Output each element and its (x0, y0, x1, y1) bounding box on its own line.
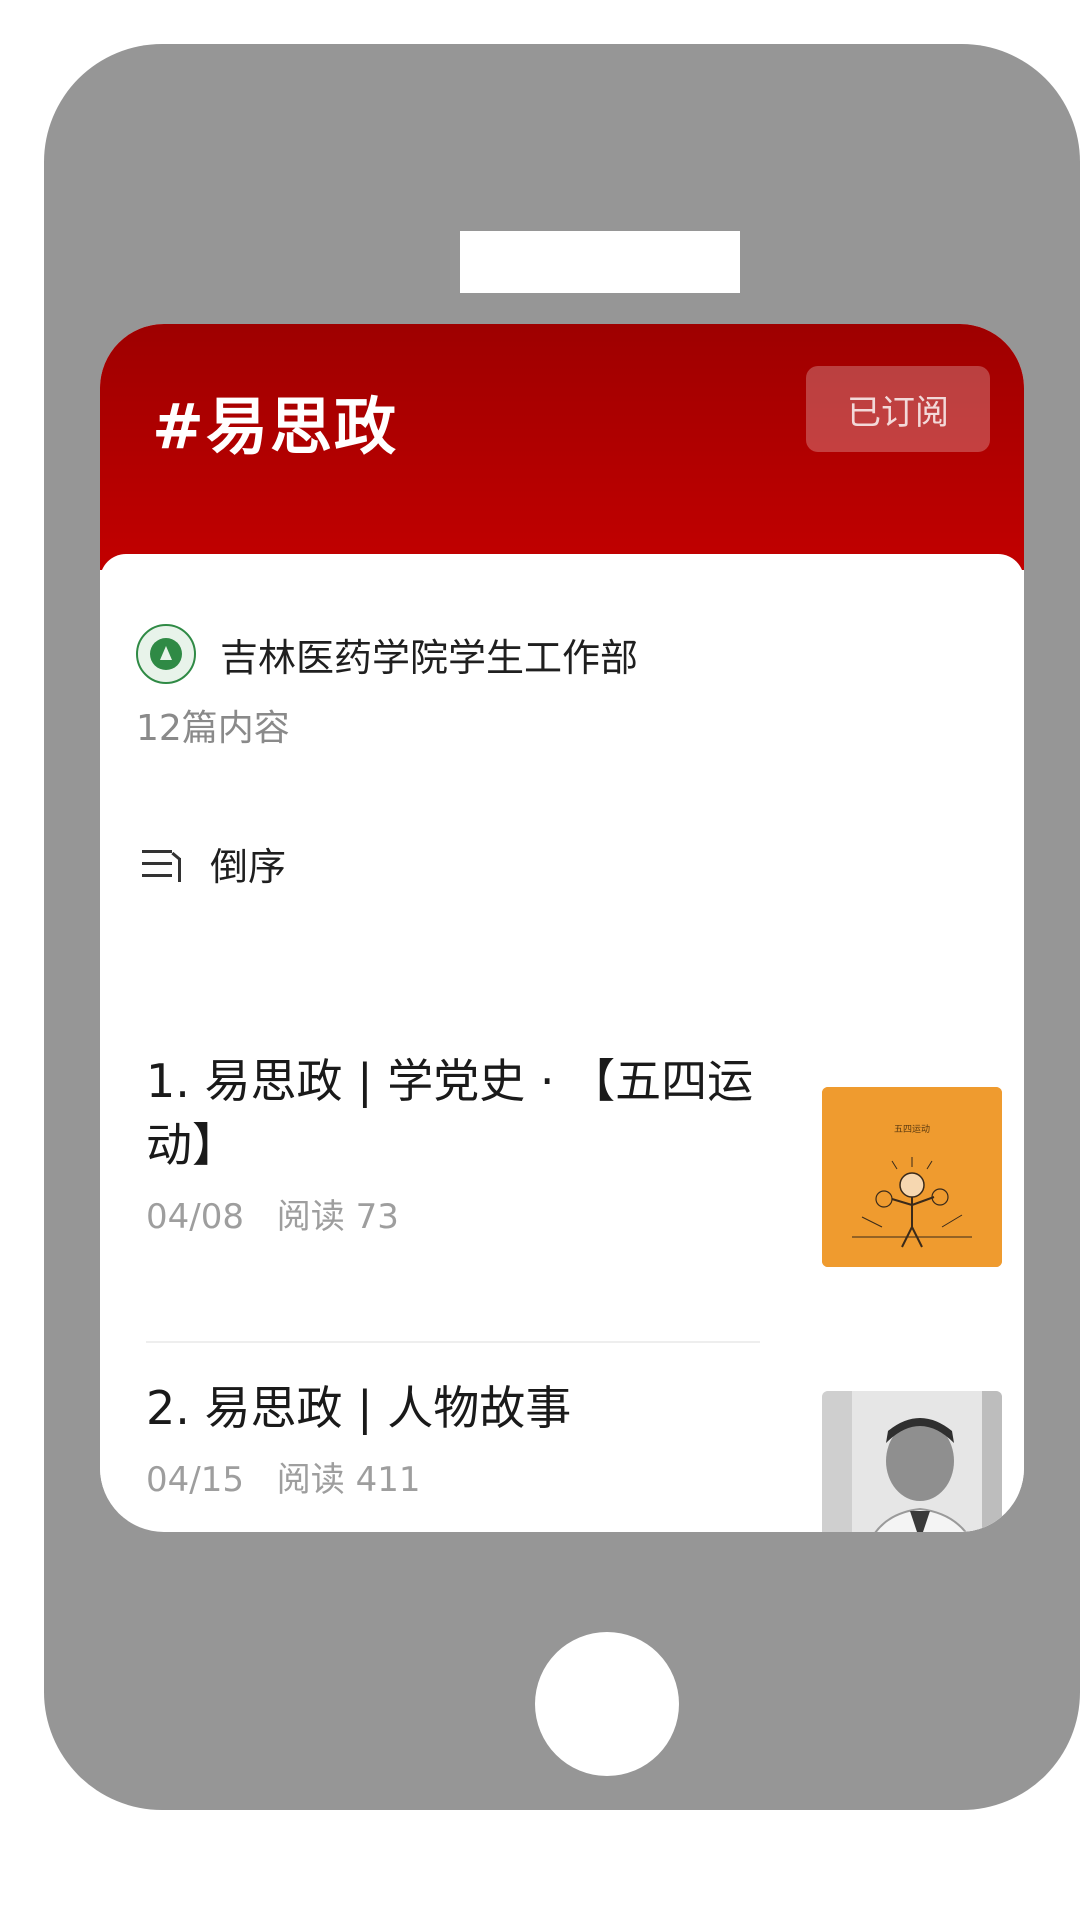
sort-toggle[interactable]: 倒序 (142, 836, 286, 891)
article-reads: 阅读 73 (276, 1197, 399, 1237)
article-reads: 阅读 411 (276, 1460, 421, 1500)
phone-screen: #易思政 已订阅 吉林医药学院学生工作部 12篇内容 倒序 1. 易思政 | 学… (100, 324, 1024, 1532)
article-title[interactable]: 1. 易思政 | 学党史 · 【五四运动】 (146, 1049, 766, 1177)
divider (146, 1341, 760, 1343)
thumbnail-caption: 五四运动 (894, 1124, 930, 1135)
author-avatar-icon (136, 624, 196, 684)
topic-title: #易思政 (152, 390, 398, 463)
sort-descending-icon (142, 846, 186, 882)
sort-label: 倒序 (210, 845, 287, 889)
author-name[interactable]: 吉林医药学院学生工作部 (220, 627, 638, 682)
author-row[interactable]: 吉林医药学院学生工作部 (136, 624, 638, 684)
subscribed-button[interactable]: 已订阅 (806, 366, 990, 452)
post-count: 12篇内容 (136, 708, 290, 749)
home-button[interactable] (535, 1632, 679, 1776)
portrait-thumbnail-icon (822, 1391, 1002, 1532)
illustration-thumbnail-icon: 五四运动 (822, 1087, 1002, 1267)
emblem-icon (150, 638, 182, 670)
article-date: 04/15 (146, 1460, 244, 1500)
phone-speaker (460, 231, 740, 293)
topic-content: 吉林医药学院学生工作部 12篇内容 倒序 1. 易思政 | 学党史 · 【五四运… (100, 554, 1024, 1532)
article-date: 04/08 (146, 1197, 244, 1237)
article-thumbnail[interactable] (822, 1391, 1002, 1532)
article-title[interactable]: 2. 易思政 | 人物故事 (146, 1376, 766, 1440)
article-thumbnail[interactable]: 五四运动 (822, 1087, 1002, 1267)
topic-header: #易思政 已订阅 (100, 324, 1024, 570)
